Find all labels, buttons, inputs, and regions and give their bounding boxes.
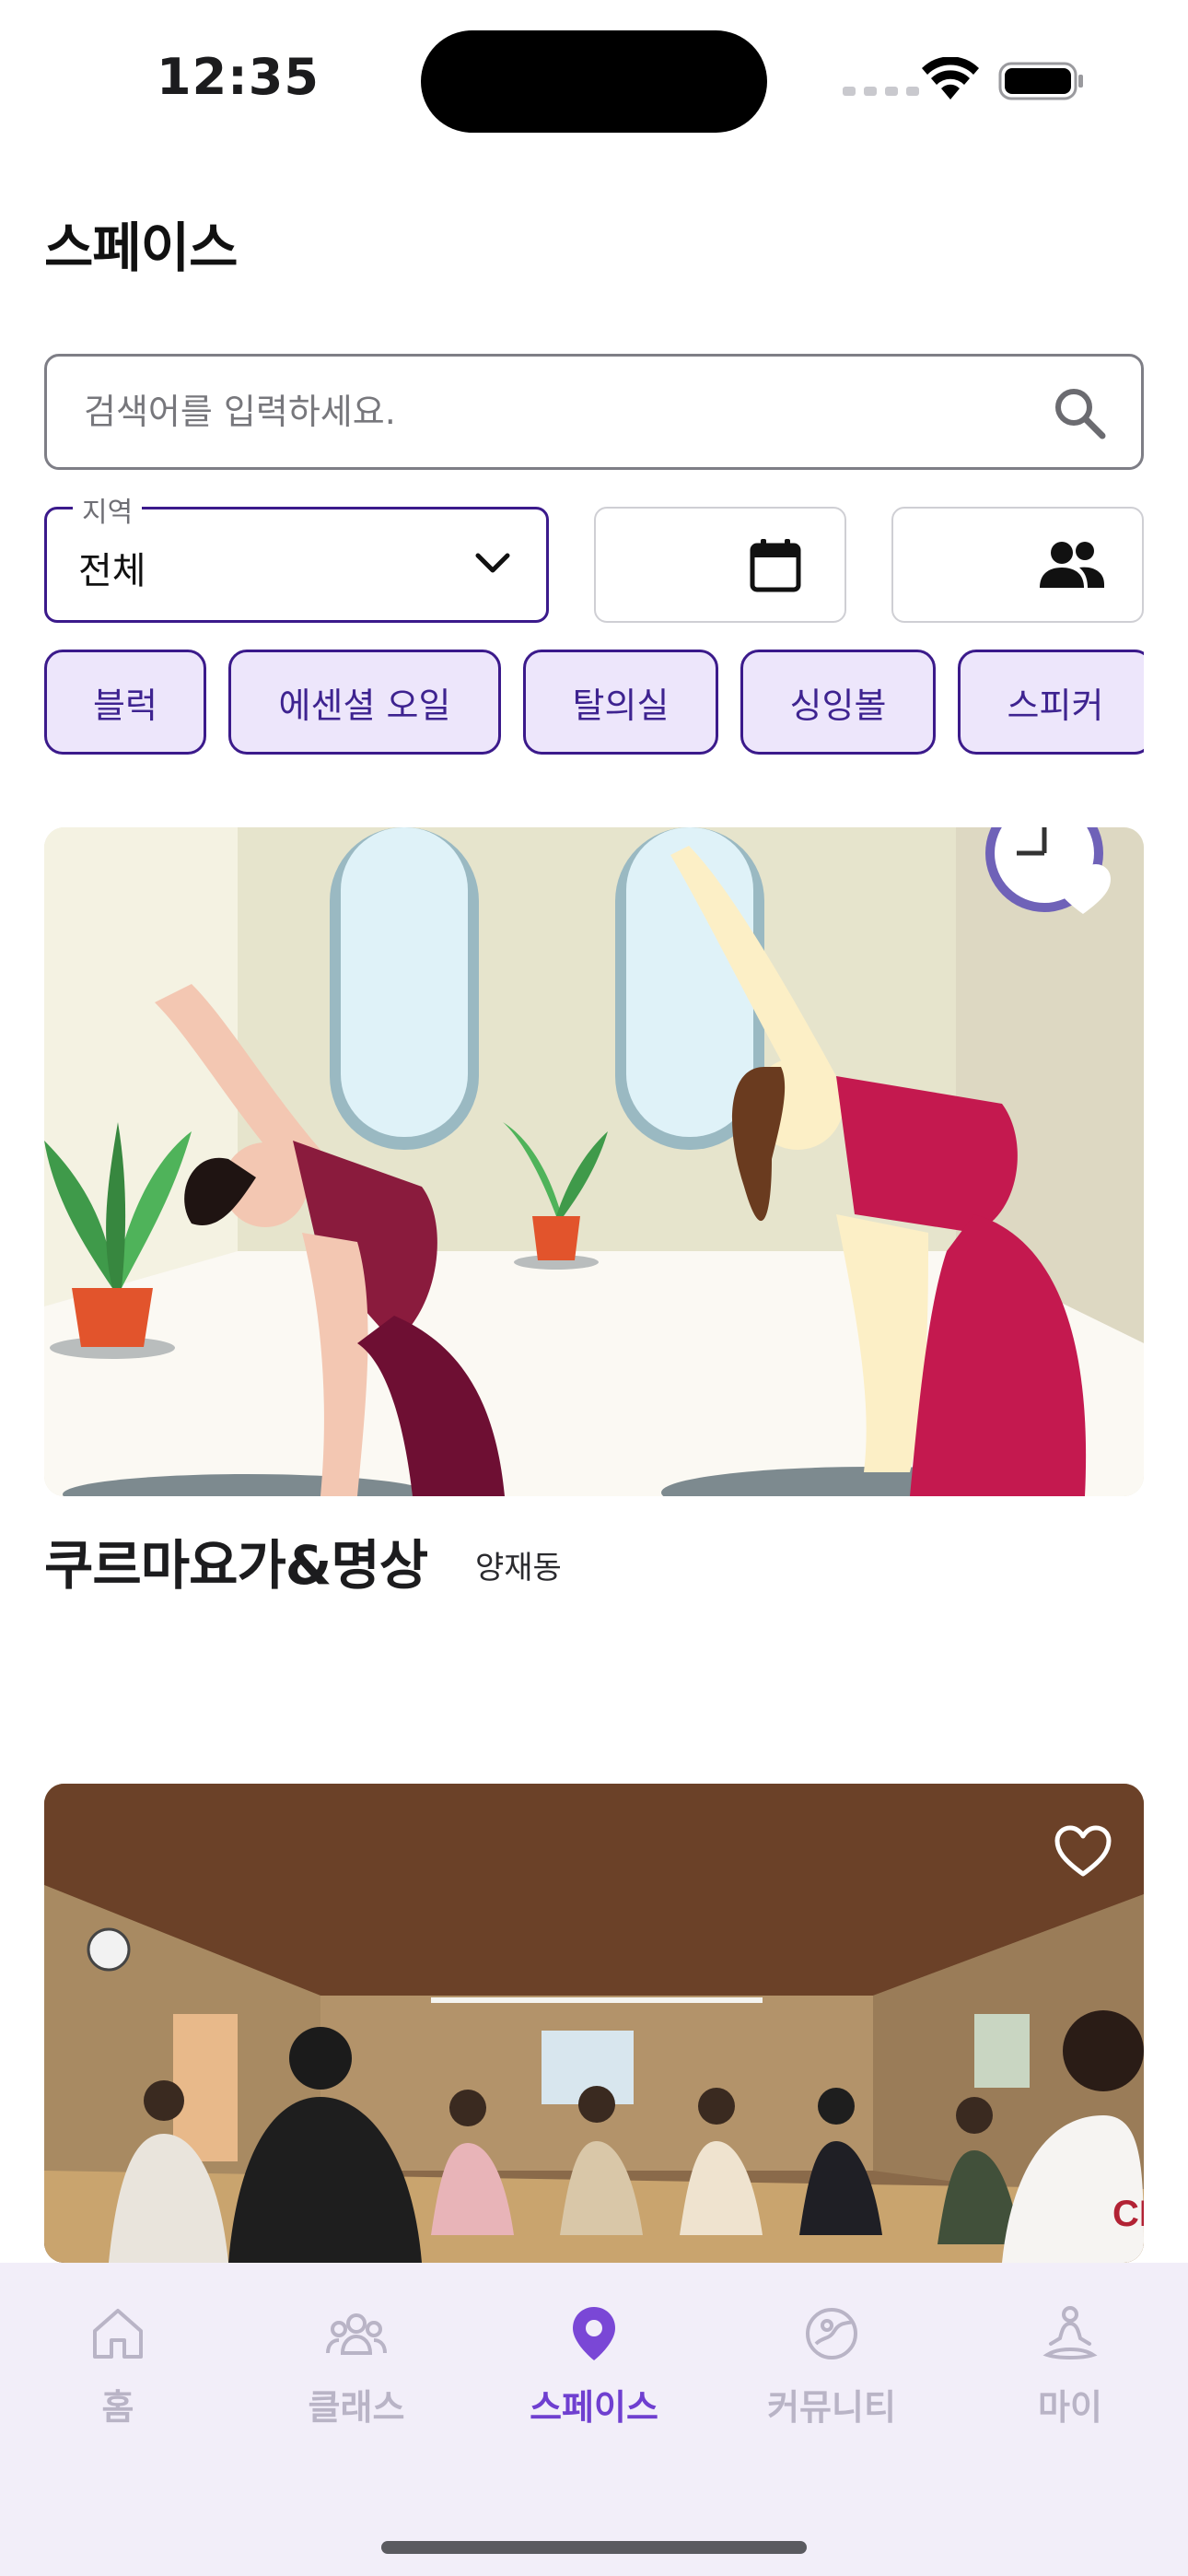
tab-my[interactable]: 마이 [978, 2303, 1162, 2451]
wifi-icon [922, 57, 979, 100]
page-title: 스페이스 [44, 217, 238, 279]
heart-outline-icon[interactable] [1054, 1824, 1112, 1878]
region-select[interactable]: 지역 전체 [44, 489, 549, 623]
tab-space[interactable]: 스페이스 [502, 2303, 686, 2451]
chip-essential-oil[interactable]: 에센셜 오일 [228, 650, 501, 755]
search-icon[interactable] [1053, 386, 1106, 439]
tab-label: 홈 [101, 2387, 134, 2428]
status-time: 12:35 [157, 48, 320, 106]
community-icon [806, 2308, 857, 2359]
region-label: 지역 [73, 489, 143, 530]
cellular-signal-icon [843, 87, 919, 96]
dynamic-island [421, 30, 767, 133]
people-filter-button[interactable] [891, 507, 1144, 623]
space-card-location: 양재동 [475, 1550, 562, 1587]
tab-label: 마이 [1038, 2387, 1102, 2428]
status-bar: 12:35 [0, 0, 1188, 157]
heart-filled-icon[interactable] [1054, 862, 1112, 916]
search-box [44, 354, 1144, 470]
space-card-image[interactable] [44, 827, 1144, 1496]
people-icon [1040, 542, 1104, 588]
bottom-tab-bar: 홈 클래스 스페이스 커뮤니티 마이 [0, 2263, 1188, 2576]
amenity-chips: 블럭 에센셜 오일 탈의실 싱잉볼 스피커 [44, 650, 1144, 756]
date-filter-button[interactable] [594, 507, 846, 623]
battery-icon [998, 62, 1083, 100]
chip-changing-room[interactable]: 탈의실 [523, 650, 718, 755]
region-value: 전체 [78, 550, 146, 592]
tab-label: 스페이스 [530, 2387, 658, 2428]
space-card-image[interactable]: CHI [44, 1784, 1144, 2263]
home-indicator [381, 2541, 807, 2554]
yoga-illustration [44, 827, 1144, 1496]
tab-label: 클래스 [308, 2387, 405, 2428]
space-card-title[interactable]: 쿠르마요가&명상 [44, 1522, 428, 1599]
meditation-person-icon [1042, 2306, 1098, 2359]
chip-speaker[interactable]: 스피커 [958, 650, 1144, 755]
chip-singing-bowl[interactable]: 싱잉볼 [740, 650, 936, 755]
location-pin-icon [573, 2307, 615, 2360]
shirt-text: CHI [1112, 2194, 1144, 2234]
tab-home[interactable]: 홈 [26, 2303, 210, 2451]
chip-block[interactable]: 블럭 [44, 650, 206, 755]
calendar-icon [750, 539, 801, 592]
home-icon [93, 2309, 143, 2359]
tab-class[interactable]: 클래스 [264, 2303, 448, 2451]
search-input[interactable] [84, 357, 1005, 467]
tab-label: 커뮤니티 [767, 2387, 896, 2428]
chevron-down-icon [475, 553, 510, 573]
yoga-studio-photo: CHI [44, 1784, 1144, 2263]
group-icon [326, 2313, 387, 2355]
tab-community[interactable]: 커뮤니티 [740, 2303, 924, 2451]
